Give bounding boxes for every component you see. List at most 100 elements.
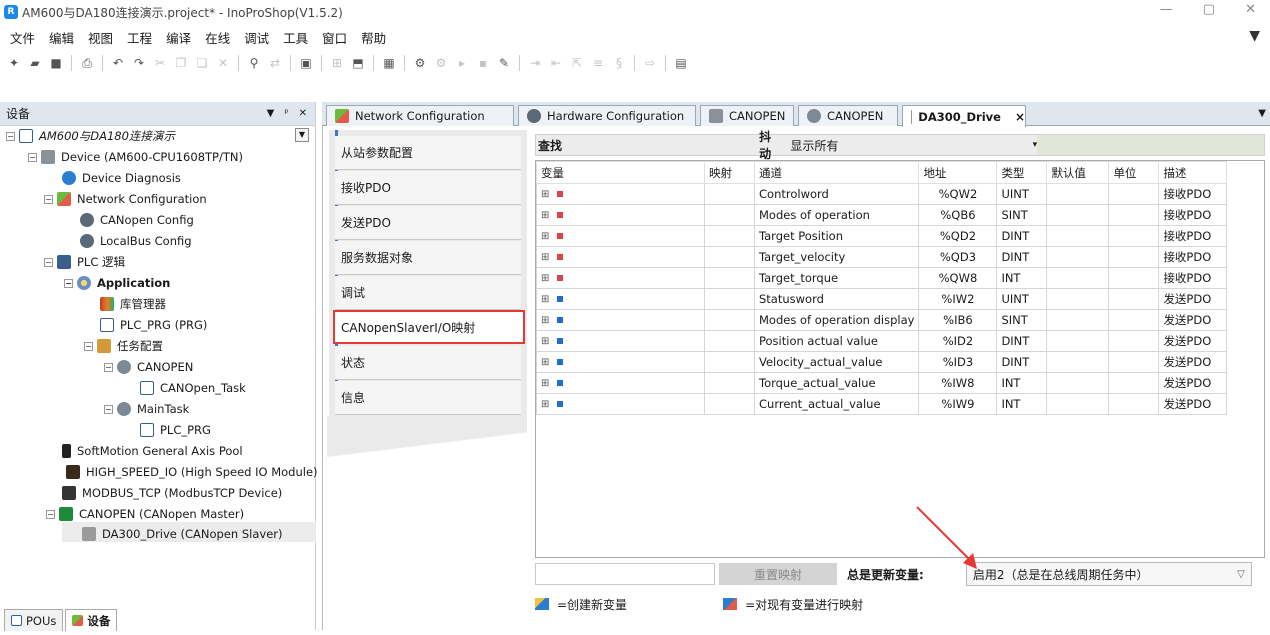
open-folder-icon[interactable]: ▰ — [27, 55, 43, 71]
tab-list-dropdown-icon[interactable]: ▼ — [1258, 108, 1266, 119]
close-window-icon[interactable]: ✕ — [1245, 2, 1256, 17]
menu-build[interactable]: 编译 — [166, 28, 191, 47]
table-row[interactable]: ⊞ Modes of operation display %IB6 SINT 发送PDO — [536, 309, 1228, 331]
sidebar-item-debug[interactable]: 调试 — [335, 276, 521, 310]
sidebar-item-sdo[interactable]: 服务数据对象 — [335, 241, 521, 275]
menu-window[interactable]: 窗口 — [322, 28, 347, 47]
tree-node-task-config[interactable]: − 任务配置 — [84, 336, 163, 356]
cell-variable[interactable]: ⊞ — [536, 309, 705, 331]
tree-node-device-diagnosis[interactable]: Device Diagnosis — [62, 168, 181, 188]
panel-close-icon[interactable]: ✕ — [299, 108, 307, 119]
sidebar-item-status[interactable]: 状态 — [335, 346, 521, 380]
breakpoint-icon[interactable]: ≡ — [590, 55, 606, 71]
find-icon[interactable]: ⚲ — [246, 55, 262, 71]
replace-icon[interactable]: ⇄ — [267, 55, 283, 71]
cell-variable[interactable]: ⊞ — [536, 267, 705, 289]
table-row[interactable]: ⊞ Position actual value %ID2 DINT 发送PDO — [536, 330, 1228, 352]
tree-node-canopen-task-call[interactable]: CANOpen_Task — [140, 378, 246, 398]
search-label[interactable]: 查找 — [536, 137, 755, 154]
logout-icon[interactable]: ⚙ — [433, 55, 449, 71]
table-row[interactable]: ⊞ Controlword %QW2 UINT 接收PDO — [536, 183, 1228, 205]
update-variables-select[interactable]: 启用2（总是在总线周期任务中） ▽ — [965, 562, 1252, 586]
sidebar-item-receive-pdo[interactable]: 接收PDO — [335, 171, 521, 205]
table-row[interactable]: ⊞ Velocity_actual_value %ID3 DINT 发送PDO — [536, 351, 1228, 373]
next-icon[interactable]: ⇨ — [642, 55, 658, 71]
expand-icon[interactable]: ⊞ — [541, 399, 549, 410]
menu-tools[interactable]: 工具 — [283, 28, 308, 47]
search-input[interactable] — [1037, 135, 1264, 155]
expand-icon[interactable]: ⊞ — [541, 189, 549, 200]
cell-variable[interactable]: ⊞ — [536, 246, 705, 268]
collapse-icon[interactable]: − — [104, 404, 113, 414]
expand-icon[interactable]: ⊞ — [541, 210, 549, 221]
collapse-icon[interactable]: − — [28, 152, 37, 162]
stop-icon[interactable]: ▪ — [475, 55, 491, 71]
col-variable[interactable]: 变量 — [536, 161, 705, 184]
variable-field[interactable] — [535, 563, 715, 585]
cell-variable[interactable]: ⊞ — [536, 288, 705, 310]
insert-icon[interactable]: ⬒ — [350, 55, 366, 71]
tree-node-application[interactable]: − Application — [64, 273, 170, 293]
table-row[interactable]: ⊞ Current_actual_value %IW9 INT 发送PDO — [536, 393, 1228, 415]
table-row[interactable]: ⊞ Torque_actual_value %IW8 INT 发送PDO — [536, 372, 1228, 394]
cell-variable[interactable]: ⊞ — [536, 372, 705, 394]
delete-icon[interactable]: ✕ — [215, 55, 231, 71]
print-icon[interactable]: ⎙ — [79, 55, 95, 71]
table-row[interactable]: ⊞ Target Position %QD2 DINT 接收PDO — [536, 225, 1228, 247]
tree-node-localbus-config[interactable]: LocalBus Config — [80, 231, 192, 251]
cell-variable[interactable]: ⊞ — [536, 225, 705, 247]
tree-node-plc-logic[interactable]: − PLC 逻辑 — [44, 252, 125, 272]
expand-icon[interactable]: ⊞ — [541, 252, 549, 263]
panel-menu-icon[interactable]: ▼ — [267, 108, 275, 119]
expand-icon[interactable]: ⊞ — [541, 336, 549, 347]
tree-node-da300-drive[interactable]: DA300_Drive (CANopen Slaver) — [82, 524, 283, 544]
table-row[interactable]: ⊞ Statusword %IW2 UINT 发送PDO — [536, 288, 1228, 310]
cell-variable[interactable]: ⊞ — [536, 351, 705, 373]
tree-node-network-configuration[interactable]: − Network Configuration — [44, 189, 207, 209]
tab-network-configuration[interactable]: Network Configuration — [326, 105, 514, 126]
menu-edit[interactable]: 编辑 — [49, 28, 74, 47]
menu-online[interactable]: 在线 — [205, 28, 230, 47]
new-file-icon[interactable]: ✦ — [6, 55, 22, 71]
col-mapping[interactable]: 映射 — [704, 161, 755, 184]
paste-icon[interactable]: ❏ — [194, 55, 210, 71]
menu-debug[interactable]: 调试 — [244, 28, 269, 47]
expand-icon[interactable]: ⊞ — [541, 378, 549, 389]
sidebar-item-send-pdo[interactable]: 发送PDO — [335, 206, 521, 240]
step-out-icon[interactable]: ⇱ — [569, 55, 585, 71]
tree-node-library-manager[interactable]: 库管理器 — [100, 294, 166, 314]
minimize-icon[interactable]: — — [1160, 2, 1173, 17]
tab-pous[interactable]: POUs — [4, 609, 64, 631]
add-object-icon[interactable]: ⊞ — [329, 55, 345, 71]
tree-node-canopen-master[interactable]: − CANOPEN (CANopen Master) — [46, 504, 244, 524]
tree-node-maintask[interactable]: − MainTask — [104, 399, 189, 419]
step-into-icon[interactable]: ⇤ — [548, 55, 564, 71]
tree-node-project[interactable]: − AM600与DA180连接演示 — [6, 126, 175, 146]
menu-help[interactable]: 帮助 — [361, 28, 386, 47]
col-default[interactable]: 默认值 — [1046, 161, 1110, 184]
collapse-icon[interactable]: − — [44, 194, 53, 204]
cut-icon[interactable]: ✂ — [152, 55, 168, 71]
col-description[interactable]: 描述 — [1158, 161, 1228, 184]
tab-canopen-task[interactable]: CANOPEN — [798, 105, 898, 126]
menu-project[interactable]: 工程 — [127, 28, 152, 47]
tree-node-plc-prg-call[interactable]: PLC_PRG — [140, 420, 211, 440]
tab-da300-drive[interactable]: DA300_Drive × — [902, 105, 1026, 127]
pin-icon[interactable]: ᵖ — [284, 108, 288, 119]
tab-devices[interactable]: 设备 — [65, 609, 118, 631]
expand-icon[interactable]: ⊞ — [541, 315, 549, 326]
save-icon[interactable]: ■ — [48, 55, 64, 71]
watch-icon[interactable]: § — [611, 55, 627, 71]
cell-variable[interactable]: ⊞ — [536, 204, 705, 226]
maximize-icon[interactable]: ▢ — [1203, 2, 1215, 17]
tree-dropdown-icon[interactable]: ▼ — [295, 128, 309, 142]
redo-icon[interactable]: ↷ — [131, 55, 147, 71]
toolbar-options-icon[interactable]: ▼ — [1249, 28, 1260, 44]
copy-icon[interactable]: ❐ — [173, 55, 189, 71]
undo-icon[interactable]: ↶ — [110, 55, 126, 71]
col-type[interactable]: 类型 — [996, 161, 1048, 184]
collapse-icon[interactable]: − — [46, 509, 55, 519]
menu-file[interactable]: 文件 — [10, 28, 35, 47]
cell-variable[interactable]: ⊞ — [536, 393, 705, 415]
collapse-icon[interactable]: − — [6, 131, 15, 141]
